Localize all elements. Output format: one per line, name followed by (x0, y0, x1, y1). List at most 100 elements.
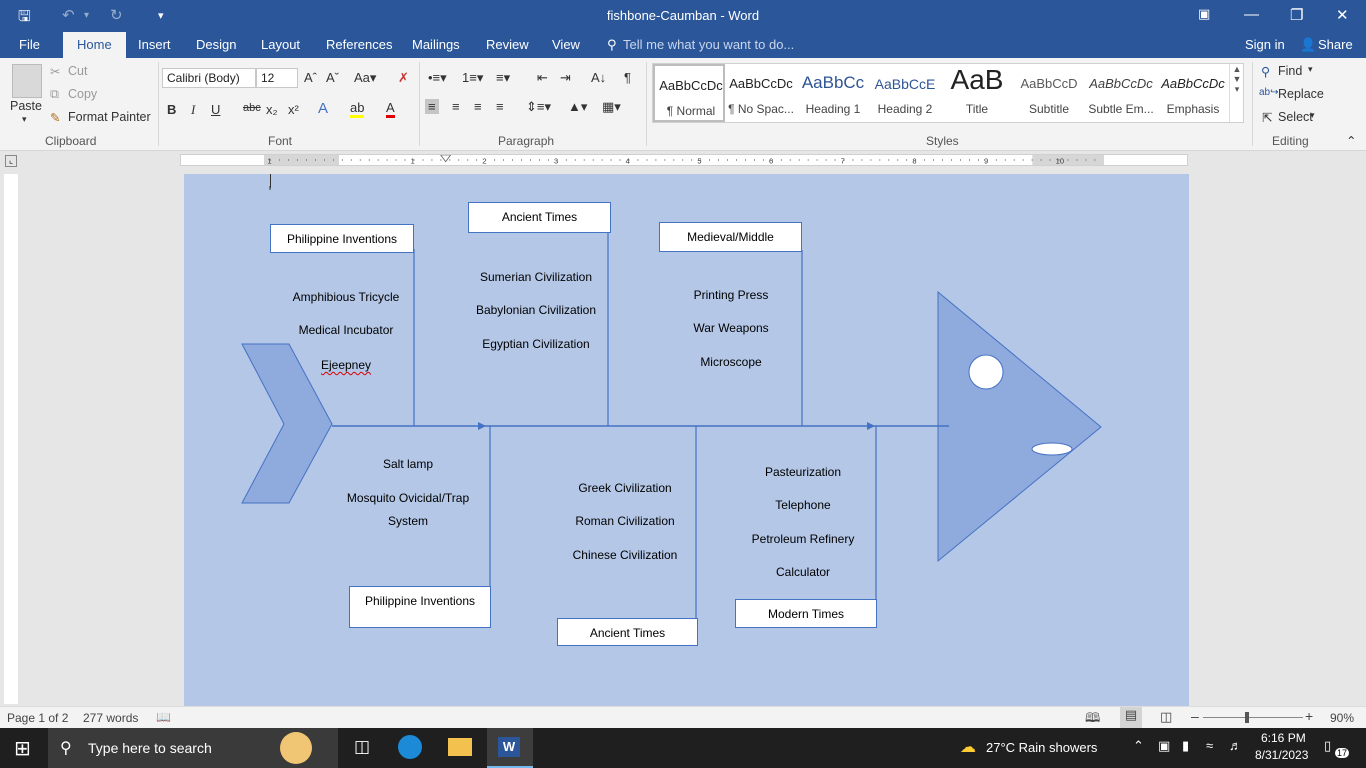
collapse-ribbon-icon[interactable]: ⌃ (1346, 133, 1356, 148)
zoom-slider[interactable] (1203, 717, 1303, 718)
minimize-icon[interactable]: — (1244, 6, 1259, 23)
grow-font-icon[interactable]: Aˆ (304, 70, 317, 85)
category-box-top-3[interactable]: Medieval/Middle (659, 222, 802, 252)
first-line-indent-marker[interactable] (440, 155, 452, 163)
italic-icon[interactable]: I (191, 102, 195, 118)
align-right-icon[interactable]: ≡ (474, 99, 482, 114)
find-button[interactable]: Find (1278, 64, 1302, 78)
font-name-combo[interactable]: Calibri (Body) (162, 68, 256, 88)
style-subtle-emphasis[interactable]: AaBbCcDc Subtle Em... (1085, 64, 1157, 122)
highlight-icon[interactable]: ab (350, 100, 365, 118)
horizontal-ruler[interactable]: 1 1 2 3 4 5 6 7 8 9 10 (180, 154, 1188, 166)
shrink-font-icon[interactable]: Aˇ (326, 70, 339, 85)
word-taskbar-button[interactable]: W (487, 728, 533, 768)
word-count[interactable]: 277 words (83, 711, 138, 725)
numbering-icon[interactable]: 1≡▾ (462, 70, 483, 86)
align-left-icon[interactable]: ≡ (425, 99, 439, 114)
tab-view[interactable]: View (552, 37, 580, 52)
tab-review[interactable]: Review (486, 37, 529, 52)
windows-start-icon[interactable]: ⊞ (14, 736, 31, 761)
edge-icon[interactable] (398, 735, 422, 759)
undo-icon[interactable]: ↶ (62, 6, 75, 24)
tab-insert[interactable]: Insert (138, 37, 171, 52)
underline-icon[interactable]: U (211, 102, 220, 117)
justify-icon[interactable]: ≡ (496, 99, 504, 114)
clock-date[interactable]: 8/31/2023 (1255, 748, 1308, 762)
restore-icon[interactable]: ❐ (1290, 6, 1303, 24)
category-box-bottom-2[interactable]: Ancient Times (557, 618, 698, 646)
bullets-icon[interactable]: •≡▾ (428, 70, 447, 86)
tab-mailings[interactable]: Mailings (412, 37, 460, 52)
gallery-scroll[interactable]: ▲ ▼ ▾ (1229, 64, 1244, 122)
style-normal[interactable]: AaBbCcDc ¶ Normal (653, 64, 725, 122)
redo-icon[interactable]: ↻ (110, 6, 123, 24)
weather-icon[interactable]: ☁ (960, 737, 976, 757)
show-marks-icon[interactable]: ¶ (624, 70, 631, 85)
zoom-in-icon[interactable]: + (1305, 708, 1313, 724)
text-effects-icon[interactable]: A (318, 100, 328, 117)
select-button[interactable]: Select (1278, 110, 1313, 124)
tab-layout[interactable]: Layout (261, 37, 300, 52)
paste-dropdown-icon[interactable]: ▾ (22, 114, 27, 125)
undo-dropdown-icon[interactable]: ▾ (84, 10, 89, 21)
copy-button[interactable]: Copy (68, 87, 97, 101)
borders-icon[interactable]: ▦▾ (602, 99, 621, 115)
font-size-combo[interactable]: 12 (256, 68, 298, 88)
web-layout-icon[interactable]: ◫ (1160, 709, 1172, 725)
ribbon-display-icon[interactable]: ▣ (1198, 6, 1210, 22)
battery-icon[interactable]: ▮ (1182, 738, 1189, 754)
print-layout-icon[interactable]: ▤ (1120, 707, 1142, 728)
sign-in-link[interactable]: Sign in (1245, 37, 1285, 52)
volume-icon[interactable]: ♬ (1229, 738, 1242, 753)
style-emphasis[interactable]: AaBbCcDc Emphasis (1157, 64, 1229, 122)
subscript-icon[interactable]: x₂ (266, 102, 278, 117)
tab-selector-icon[interactable]: ⌞ (5, 155, 17, 167)
bold-icon[interactable]: B (167, 102, 176, 117)
cut-button[interactable]: Cut (68, 64, 87, 78)
share-button[interactable]: Share (1318, 37, 1353, 52)
format-painter-button[interactable]: Format Painter (68, 110, 151, 124)
taskbar-search-box[interactable]: ⚲ Type here to search (48, 728, 338, 768)
clear-formatting-icon[interactable]: ✗ (398, 70, 409, 86)
customize-qat-icon[interactable]: ▾ (158, 9, 164, 22)
tell-me-box[interactable]: Tell me what you want to do... (623, 37, 794, 52)
font-color-icon[interactable]: A (386, 100, 395, 118)
increase-indent-icon[interactable]: ⇥ (560, 70, 571, 86)
paste-button[interactable]: Paste (10, 99, 42, 113)
zoom-slider-thumb[interactable] (1245, 712, 1249, 723)
tab-home[interactable]: Home (63, 32, 126, 58)
category-box-top-1[interactable]: Philippine Inventions (270, 224, 414, 253)
notifications-icon[interactable]: ▯ (1324, 738, 1331, 754)
decrease-indent-icon[interactable]: ⇤ (537, 70, 548, 86)
style-no-spacing[interactable]: AaBbCcDc ¶ No Spac... (725, 64, 797, 122)
tab-references[interactable]: References (326, 37, 392, 52)
replace-button[interactable]: Replace (1278, 87, 1324, 101)
file-explorer-icon[interactable] (448, 738, 472, 756)
style-heading-2[interactable]: AaBbCcE Heading 2 (869, 64, 941, 122)
style-subtitle[interactable]: AaBbCcD Subtitle (1013, 64, 1085, 122)
zoom-level[interactable]: 90% (1330, 711, 1354, 725)
task-view-icon[interactable]: ◫ (354, 737, 370, 757)
change-case-icon[interactable]: Aa▾ (354, 70, 376, 86)
weather-text[interactable]: 27°C Rain showers (986, 740, 1097, 755)
select-dropdown-icon[interactable]: ▾ (1310, 110, 1315, 121)
category-box-bottom-3[interactable]: Modern Times (735, 599, 877, 628)
proofing-icon[interactable]: 📖 (156, 710, 171, 724)
page-count[interactable]: Page 1 of 2 (7, 711, 68, 725)
sort-icon[interactable]: A↓ (591, 70, 606, 85)
category-box-top-2[interactable]: Ancient Times (468, 202, 611, 233)
meet-now-icon[interactable]: ▣ (1158, 738, 1170, 754)
style-title[interactable]: AaB Title (941, 64, 1013, 122)
strikethrough-icon[interactable]: abc (243, 102, 261, 114)
paste-icon[interactable] (12, 64, 42, 98)
tab-file[interactable]: File (19, 37, 40, 52)
tab-design[interactable]: Design (196, 37, 236, 52)
multilevel-list-icon[interactable]: ≡▾ (496, 70, 510, 86)
center-icon[interactable]: ≡ (452, 99, 460, 114)
show-hidden-icons-icon[interactable]: ⌃ (1133, 738, 1144, 754)
clock-time[interactable]: 6:16 PM (1261, 731, 1306, 745)
save-icon[interactable]: 🖫 (18, 6, 31, 31)
vertical-ruler[interactable] (4, 174, 18, 704)
wifi-icon[interactable]: ≈ (1206, 738, 1213, 753)
find-dropdown-icon[interactable]: ▾ (1308, 64, 1313, 75)
